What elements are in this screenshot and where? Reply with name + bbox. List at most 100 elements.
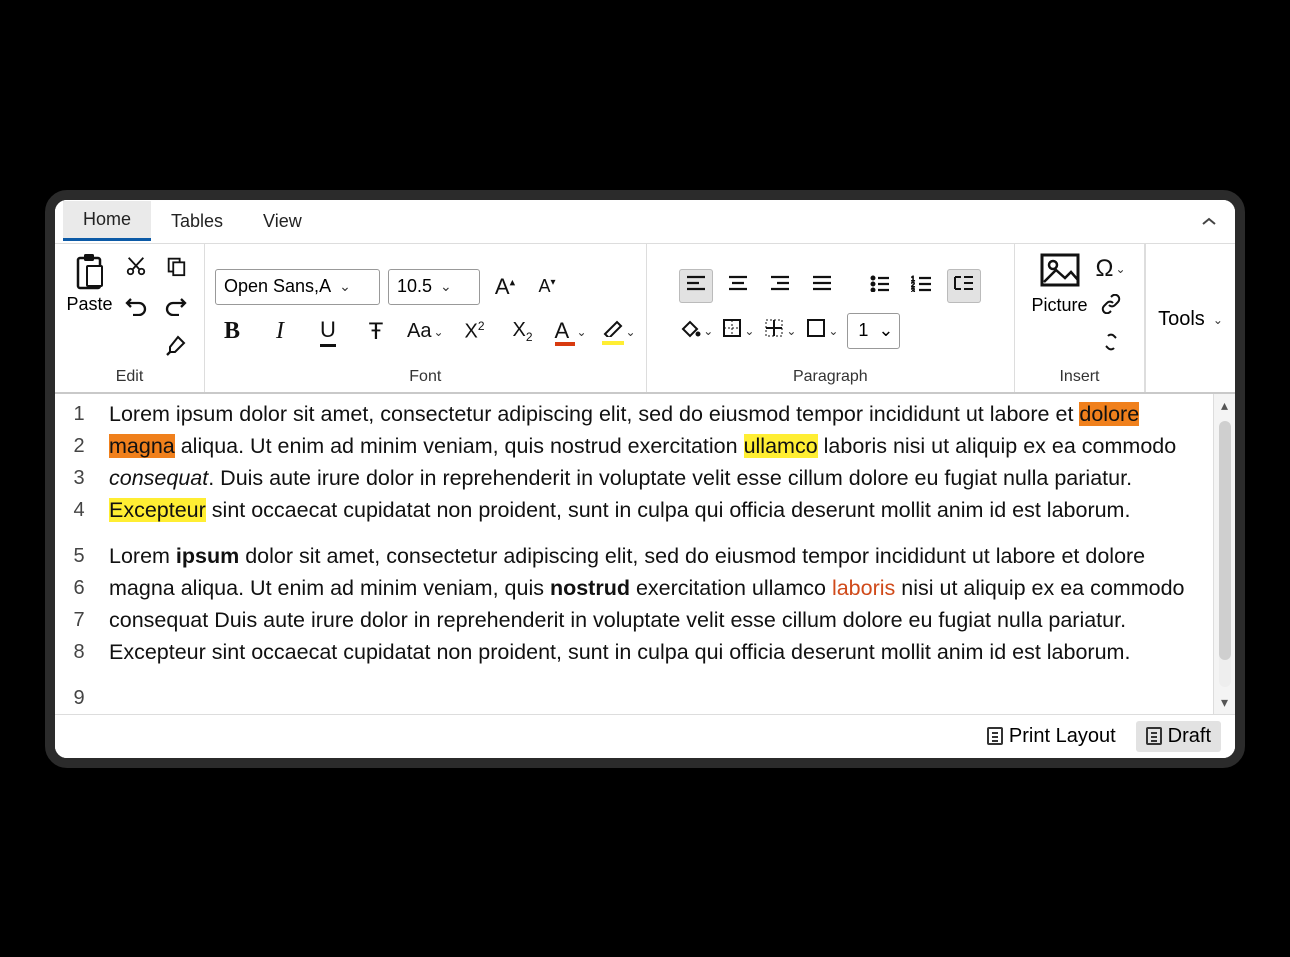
tab-home[interactable]: Home [63,201,151,241]
highlight-icon [602,319,624,345]
borders-inside-button[interactable]: ⌄ [763,314,797,348]
align-left-button[interactable] [679,269,713,303]
border-icon [722,318,742,344]
tab-tables[interactable]: Tables [151,203,243,240]
bullet-list-icon [869,274,891,298]
scroll-up-icon[interactable]: ▴ [1221,394,1228,417]
view-print-layout-button[interactable]: Print Layout [977,721,1126,752]
cut-button[interactable] [119,252,153,286]
border-inside-icon [764,318,784,344]
bullet-list-button[interactable] [863,269,897,303]
font-color-icon: A [555,318,575,346]
chevron-down-icon: ⌄ [1213,313,1223,327]
group-label-edit: Edit [116,366,144,388]
font-family-combo[interactable]: Open Sans,A ⌄ [215,269,380,305]
italic-button[interactable]: I [263,315,297,349]
omega-icon: Ω [1096,255,1114,283]
numbered-list-button[interactable]: 123 [905,269,939,303]
insert-link-button[interactable] [1094,290,1128,324]
clipboard-icon [72,252,108,292]
chevron-down-icon: ⌄ [440,278,452,295]
chevron-down-icon: ⌄ [703,324,713,338]
change-case-icon: Aa [407,320,431,343]
multilevel-list-icon [953,274,975,298]
scrollbar-thumb[interactable] [1219,421,1231,660]
collapse-ribbon-icon[interactable] [1201,211,1217,232]
subscript-button[interactable]: X2 [506,315,540,349]
chevron-down-icon: ⌄ [433,325,443,339]
borders-box-button[interactable]: ⌄ [805,314,839,348]
bold-text: ipsum [176,544,239,568]
group-label-font: Font [409,366,441,388]
line-number: 5 [55,540,103,572]
multilevel-list-button[interactable] [947,269,981,303]
unlink-button[interactable] [1094,328,1128,362]
strikethrough-button[interactable]: Ŧ [359,315,393,349]
subscript-icon: X2 [513,319,533,344]
insert-symbol-button[interactable]: Ω⌄ [1094,252,1128,286]
font-family-value: Open Sans,A [224,276,331,297]
view-draft-button[interactable]: Draft [1136,721,1221,752]
align-center-icon [727,274,749,298]
numbered-list-icon: 123 [911,274,933,298]
shading-button[interactable]: ⌄ [679,314,713,348]
redo-button[interactable] [159,292,193,326]
chevron-down-icon: ⌄ [878,320,893,341]
shrink-font-button[interactable]: A▾ [530,270,564,304]
redo-icon [164,296,188,322]
undo-button[interactable] [119,292,153,326]
status-bar: Print Layout Draft [55,714,1235,758]
change-case-button[interactable]: Aa⌄ [407,315,444,349]
chevron-down-icon: ⌄ [577,325,587,339]
tab-view[interactable]: View [243,203,322,240]
line-gutter: 1 2 3 4 5 6 7 8 9 [55,394,103,714]
line-number: 7 [55,604,103,636]
format-painter-button[interactable] [159,332,193,366]
group-insert: Picture Ω⌄ Insert [1015,244,1145,392]
font-size-combo[interactable]: 10.5 ⌄ [388,269,480,305]
scrollbar-track[interactable] [1219,421,1231,687]
underline-button[interactable]: U [311,315,345,349]
highlight-button[interactable]: ⌄ [602,315,636,349]
line-number: 2 [55,430,103,462]
copy-button[interactable] [159,252,193,286]
vertical-scrollbar[interactable]: ▴ ▾ [1213,394,1235,714]
align-right-icon [769,274,791,298]
borders-outside-button[interactable]: ⌄ [721,314,755,348]
paste-button[interactable]: Paste [66,252,112,315]
document-editor[interactable]: Lorem ipsum dolor sit amet, consectetur … [103,394,1213,714]
tools-menu[interactable]: Tools ⌄ [1158,308,1223,331]
picture-icon [1039,252,1081,293]
line-number: 3 [55,462,103,494]
scissors-icon [125,255,147,283]
group-font: Open Sans,A ⌄ 10.5 ⌄ A▴ A▾ B [205,244,647,392]
undo-icon [124,296,148,322]
line-number: 1 [55,398,103,430]
align-right-button[interactable] [763,269,797,303]
insert-picture-button[interactable]: Picture [1031,252,1087,316]
underline-icon: U [320,317,336,347]
unlink-icon [1100,332,1122,358]
highlighted-text: ullamco [744,434,818,458]
scroll-down-icon[interactable]: ▾ [1221,691,1228,714]
bold-button[interactable]: B [215,315,249,349]
shrink-font-icon: A▾ [538,276,555,297]
line-number: 4 [55,494,103,526]
grow-font-button[interactable]: A▴ [488,270,522,304]
paint-bucket-icon [679,318,701,344]
group-paragraph: 123 ⌄ ⌄ ⌄ ⌄ 1 ⌄ Paragraph [647,244,1015,392]
line-spacing-combo[interactable]: 1 ⌄ [847,313,900,349]
bold-text: nostrud [550,576,630,600]
font-size-value: 10.5 [397,276,432,297]
font-color-button[interactable]: A ⌄ [554,315,588,349]
document-icon [987,727,1003,745]
group-edit: Paste [55,244,205,392]
superscript-button[interactable]: X2 [458,315,492,349]
bold-icon: B [224,318,240,345]
align-justify-button[interactable] [805,269,839,303]
align-center-button[interactable] [721,269,755,303]
group-label-insert: Insert [1059,366,1099,388]
chevron-down-icon: ⌄ [339,278,351,295]
group-label-paragraph: Paragraph [793,366,868,388]
grow-font-icon: A▴ [495,274,515,300]
